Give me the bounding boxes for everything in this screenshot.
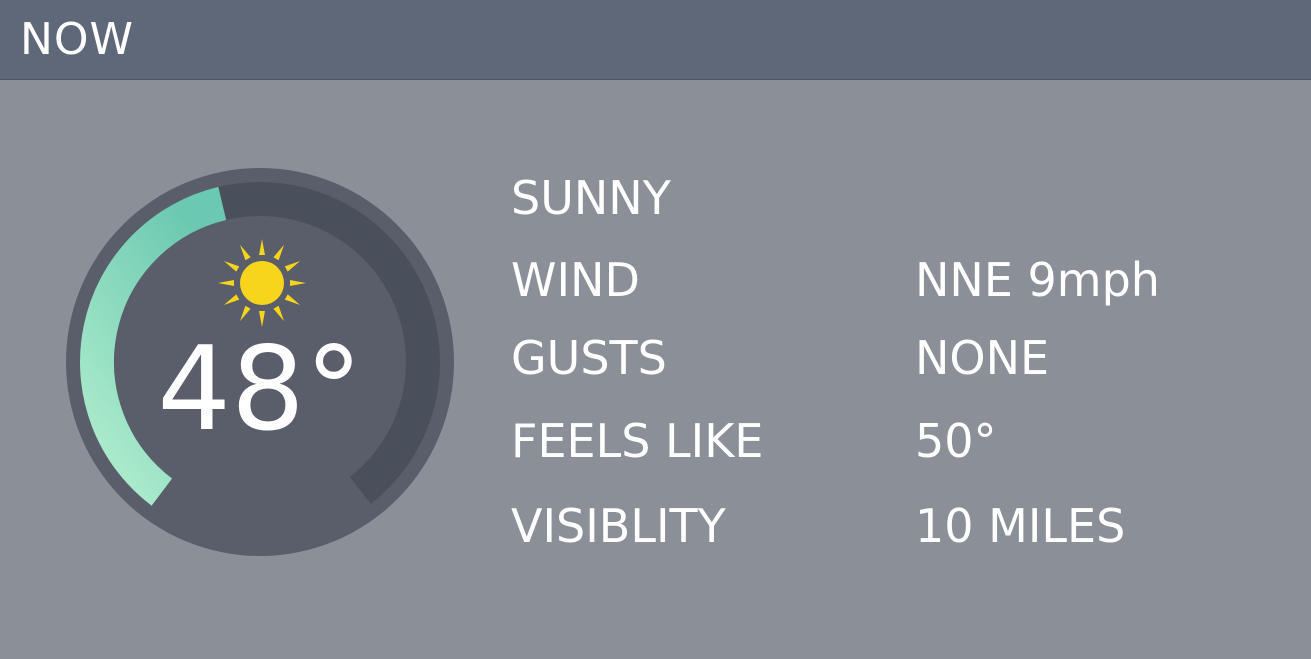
header-title: NOW bbox=[20, 14, 135, 65]
condition-label: SUNNY bbox=[511, 171, 671, 225]
detail-label-feels-like: FEELS LIKE bbox=[511, 414, 764, 468]
detail-label-visibility: VISIBLITY bbox=[511, 499, 726, 553]
detail-value-feels-like: 50° bbox=[915, 414, 997, 468]
detail-label-wind: WIND bbox=[511, 253, 640, 307]
current-temperature: 48° bbox=[157, 322, 363, 457]
detail-value-visibility: 10 MILES bbox=[915, 499, 1126, 553]
detail-label-gusts: GUSTS bbox=[511, 331, 667, 385]
detail-value-wind: NNE 9mph bbox=[915, 253, 1160, 307]
header-bar: NOW bbox=[0, 0, 1311, 80]
detail-value-gusts: NONE bbox=[915, 331, 1050, 385]
